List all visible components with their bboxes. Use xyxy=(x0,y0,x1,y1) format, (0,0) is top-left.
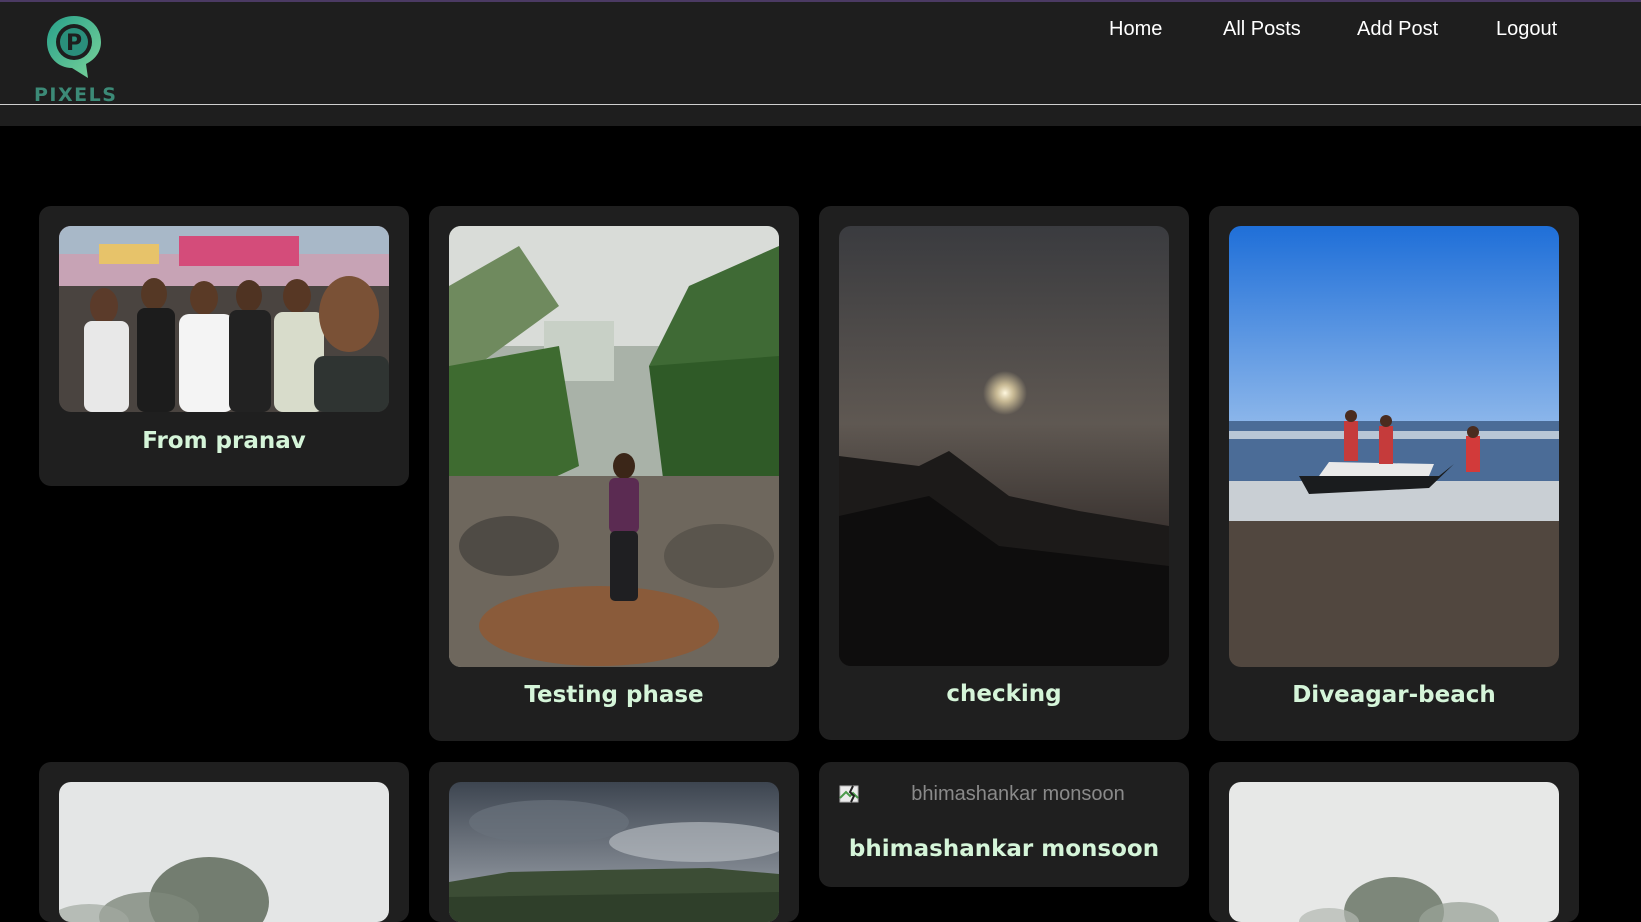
post-image[interactable] xyxy=(1229,226,1559,667)
post-title[interactable]: bhimashankar monsoon xyxy=(819,836,1189,862)
post-card[interactable] xyxy=(429,762,799,922)
nav-home[interactable]: Home xyxy=(1109,18,1162,44)
post-card[interactable]: checking xyxy=(819,206,1189,740)
pixels-logo[interactable]: P PIXELS xyxy=(34,12,118,106)
nav-all-posts[interactable]: All Posts xyxy=(1223,18,1301,44)
post-image[interactable] xyxy=(449,226,779,667)
broken-image-icon xyxy=(839,785,859,803)
post-title[interactable]: Testing phase xyxy=(429,682,799,708)
nav-add-post[interactable]: Add Post xyxy=(1357,18,1438,44)
post-card[interactable] xyxy=(39,762,409,922)
post-card[interactable]: Testing phase xyxy=(429,206,799,741)
post-image[interactable] xyxy=(59,782,389,922)
post-card[interactable]: From pranav xyxy=(39,206,409,486)
post-card[interactable]: bhimashankar monsoon bhimashankar monsoo… xyxy=(819,762,1189,887)
post-image[interactable] xyxy=(449,782,779,922)
post-image[interactable] xyxy=(59,226,389,412)
post-card[interactable]: Diveagar-beach xyxy=(1209,206,1579,741)
top-navbar: P PIXELS Home All Posts Add Post Logout xyxy=(0,0,1641,106)
image-alt-text: bhimashankar monsoon xyxy=(911,782,1125,805)
post-card[interactable] xyxy=(1209,762,1579,922)
post-title[interactable]: Diveagar-beach xyxy=(1209,682,1579,708)
post-title[interactable]: checking xyxy=(819,681,1189,707)
logo-icon: P xyxy=(47,16,101,78)
post-image[interactable] xyxy=(1229,782,1559,922)
post-image[interactable] xyxy=(839,226,1169,666)
broken-image[interactable]: bhimashankar monsoon xyxy=(839,782,1169,806)
svg-text:P: P xyxy=(66,31,82,56)
header-subbar xyxy=(0,105,1641,126)
nav-logout[interactable]: Logout xyxy=(1496,18,1557,44)
logo-text: PIXELS xyxy=(34,84,118,106)
post-title[interactable]: From pranav xyxy=(39,428,409,454)
